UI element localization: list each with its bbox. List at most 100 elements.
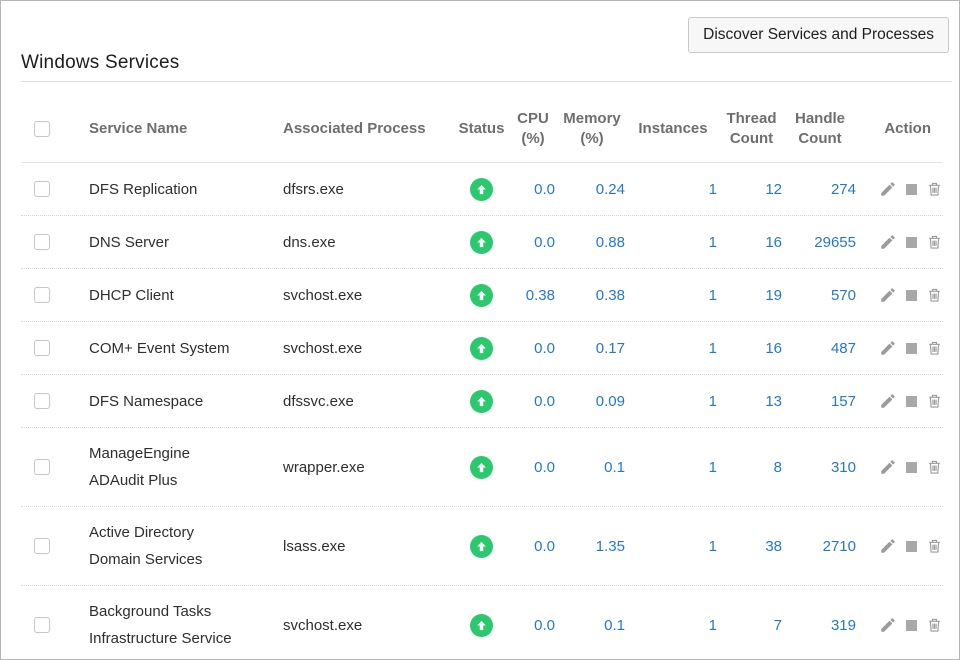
service-name: ManageEngine ADAudit Plus	[89, 445, 190, 489]
status-up-icon	[470, 614, 493, 637]
row-checkbox[interactable]	[34, 234, 50, 250]
stop-icon[interactable]	[906, 290, 917, 301]
associated-process-cell: dfsrs.exe	[279, 181, 454, 198]
row-checkbox[interactable]	[34, 538, 50, 554]
thread-count-value: 12	[719, 181, 784, 198]
table-body: DFS Replication dfsrs.exe 0.0 0.24 1 12 …	[21, 163, 943, 660]
thread-count-value: 19	[719, 287, 784, 304]
memory-value: 1.35	[557, 538, 627, 555]
handle-count-value: 274	[784, 181, 856, 198]
row-checkbox[interactable]	[34, 181, 50, 197]
edit-icon[interactable]	[879, 180, 897, 198]
service-name-cell: DHCP Client	[69, 282, 279, 309]
row-actions	[856, 286, 943, 304]
column-header-instances: Instances	[627, 119, 719, 139]
status-cell	[454, 390, 509, 413]
stop-icon[interactable]	[906, 462, 917, 473]
edit-icon[interactable]	[879, 286, 897, 304]
handle-count-value: 2710	[784, 538, 856, 555]
row-checkbox[interactable]	[34, 617, 50, 633]
stop-icon[interactable]	[906, 620, 917, 631]
service-name-cell: DFS Replication	[69, 176, 279, 203]
service-name-cell: Active Directory Domain Services	[69, 519, 279, 573]
column-header-action: Action	[856, 119, 943, 139]
row-actions	[856, 537, 943, 555]
edit-icon[interactable]	[879, 339, 897, 357]
edit-icon[interactable]	[879, 458, 897, 476]
table-row: Active Directory Domain Services lsass.e…	[21, 507, 943, 586]
handle-count-value: 570	[784, 287, 856, 304]
row-checkbox[interactable]	[34, 287, 50, 303]
status-cell	[454, 178, 509, 201]
thread-count-value: 13	[719, 393, 784, 410]
row-checkbox[interactable]	[34, 393, 50, 409]
instances-value: 1	[627, 538, 719, 555]
cpu-value: 0.0	[509, 459, 557, 476]
memory-value: 0.1	[557, 459, 627, 476]
windows-services-page: Discover Services and Processes Windows …	[0, 0, 960, 660]
cpu-value: 0.0	[509, 617, 557, 634]
status-up-icon	[470, 178, 493, 201]
associated-process: svchost.exe	[283, 287, 362, 304]
instances-value: 1	[627, 617, 719, 634]
service-name-cell: ManageEngine ADAudit Plus	[69, 440, 279, 494]
select-all-checkbox[interactable]	[34, 121, 50, 137]
delete-icon[interactable]	[926, 458, 943, 476]
associated-process-cell: wrapper.exe	[279, 459, 454, 476]
status-up-icon	[470, 337, 493, 360]
stop-icon[interactable]	[906, 237, 917, 248]
status-cell	[454, 337, 509, 360]
thread-count-value: 38	[719, 538, 784, 555]
cpu-value: 0.38	[509, 287, 557, 304]
column-header-handle-count: Handle Count	[784, 109, 856, 149]
table-row: DNS Server dns.exe 0.0 0.88 1 16 29655	[21, 216, 943, 269]
delete-icon[interactable]	[926, 286, 943, 304]
associated-process: svchost.exe	[283, 617, 362, 634]
delete-icon[interactable]	[926, 537, 943, 555]
stop-icon[interactable]	[906, 184, 917, 195]
row-checkbox[interactable]	[34, 340, 50, 356]
row-actions	[856, 180, 943, 198]
cpu-value: 0.0	[509, 181, 557, 198]
status-up-icon	[470, 535, 493, 558]
delete-icon[interactable]	[926, 616, 943, 634]
service-name: Background Tasks Infrastructure Service	[89, 603, 232, 647]
handle-count-value: 157	[784, 393, 856, 410]
delete-icon[interactable]	[926, 233, 943, 251]
row-actions	[856, 616, 943, 634]
associated-process-cell: svchost.exe	[279, 617, 454, 634]
status-up-icon	[470, 390, 493, 413]
edit-icon[interactable]	[879, 537, 897, 555]
table-row: DFS Namespace dfssvc.exe 0.0 0.09 1 13 1…	[21, 375, 943, 428]
memory-value: 0.88	[557, 234, 627, 251]
memory-value: 0.1	[557, 617, 627, 634]
edit-icon[interactable]	[879, 616, 897, 634]
table-row: DHCP Client svchost.exe 0.38 0.38 1 19 5…	[21, 269, 943, 322]
delete-icon[interactable]	[926, 180, 943, 198]
stop-icon[interactable]	[906, 343, 917, 354]
service-name: DFS Namespace	[89, 393, 203, 410]
service-name: DNS Server	[89, 234, 169, 251]
delete-icon[interactable]	[926, 392, 943, 410]
status-cell	[454, 535, 509, 558]
associated-process: dns.exe	[283, 234, 336, 251]
row-select-cell	[21, 234, 69, 250]
service-name: Active Directory Domain Services	[89, 524, 202, 568]
edit-icon[interactable]	[879, 392, 897, 410]
service-name-cell: Background Tasks Infrastructure Service	[69, 598, 279, 652]
cpu-value: 0.0	[509, 234, 557, 251]
status-up-icon	[470, 231, 493, 254]
delete-icon[interactable]	[926, 339, 943, 357]
thread-count-value: 7	[719, 617, 784, 634]
discover-services-button[interactable]: Discover Services and Processes	[688, 17, 949, 53]
service-name-cell: DFS Namespace	[69, 388, 279, 415]
status-up-icon	[470, 284, 493, 307]
associated-process: wrapper.exe	[283, 459, 365, 476]
row-actions	[856, 392, 943, 410]
stop-icon[interactable]	[906, 396, 917, 407]
stop-icon[interactable]	[906, 541, 917, 552]
row-select-cell	[21, 393, 69, 409]
edit-icon[interactable]	[879, 233, 897, 251]
instances-value: 1	[627, 340, 719, 357]
row-checkbox[interactable]	[34, 459, 50, 475]
